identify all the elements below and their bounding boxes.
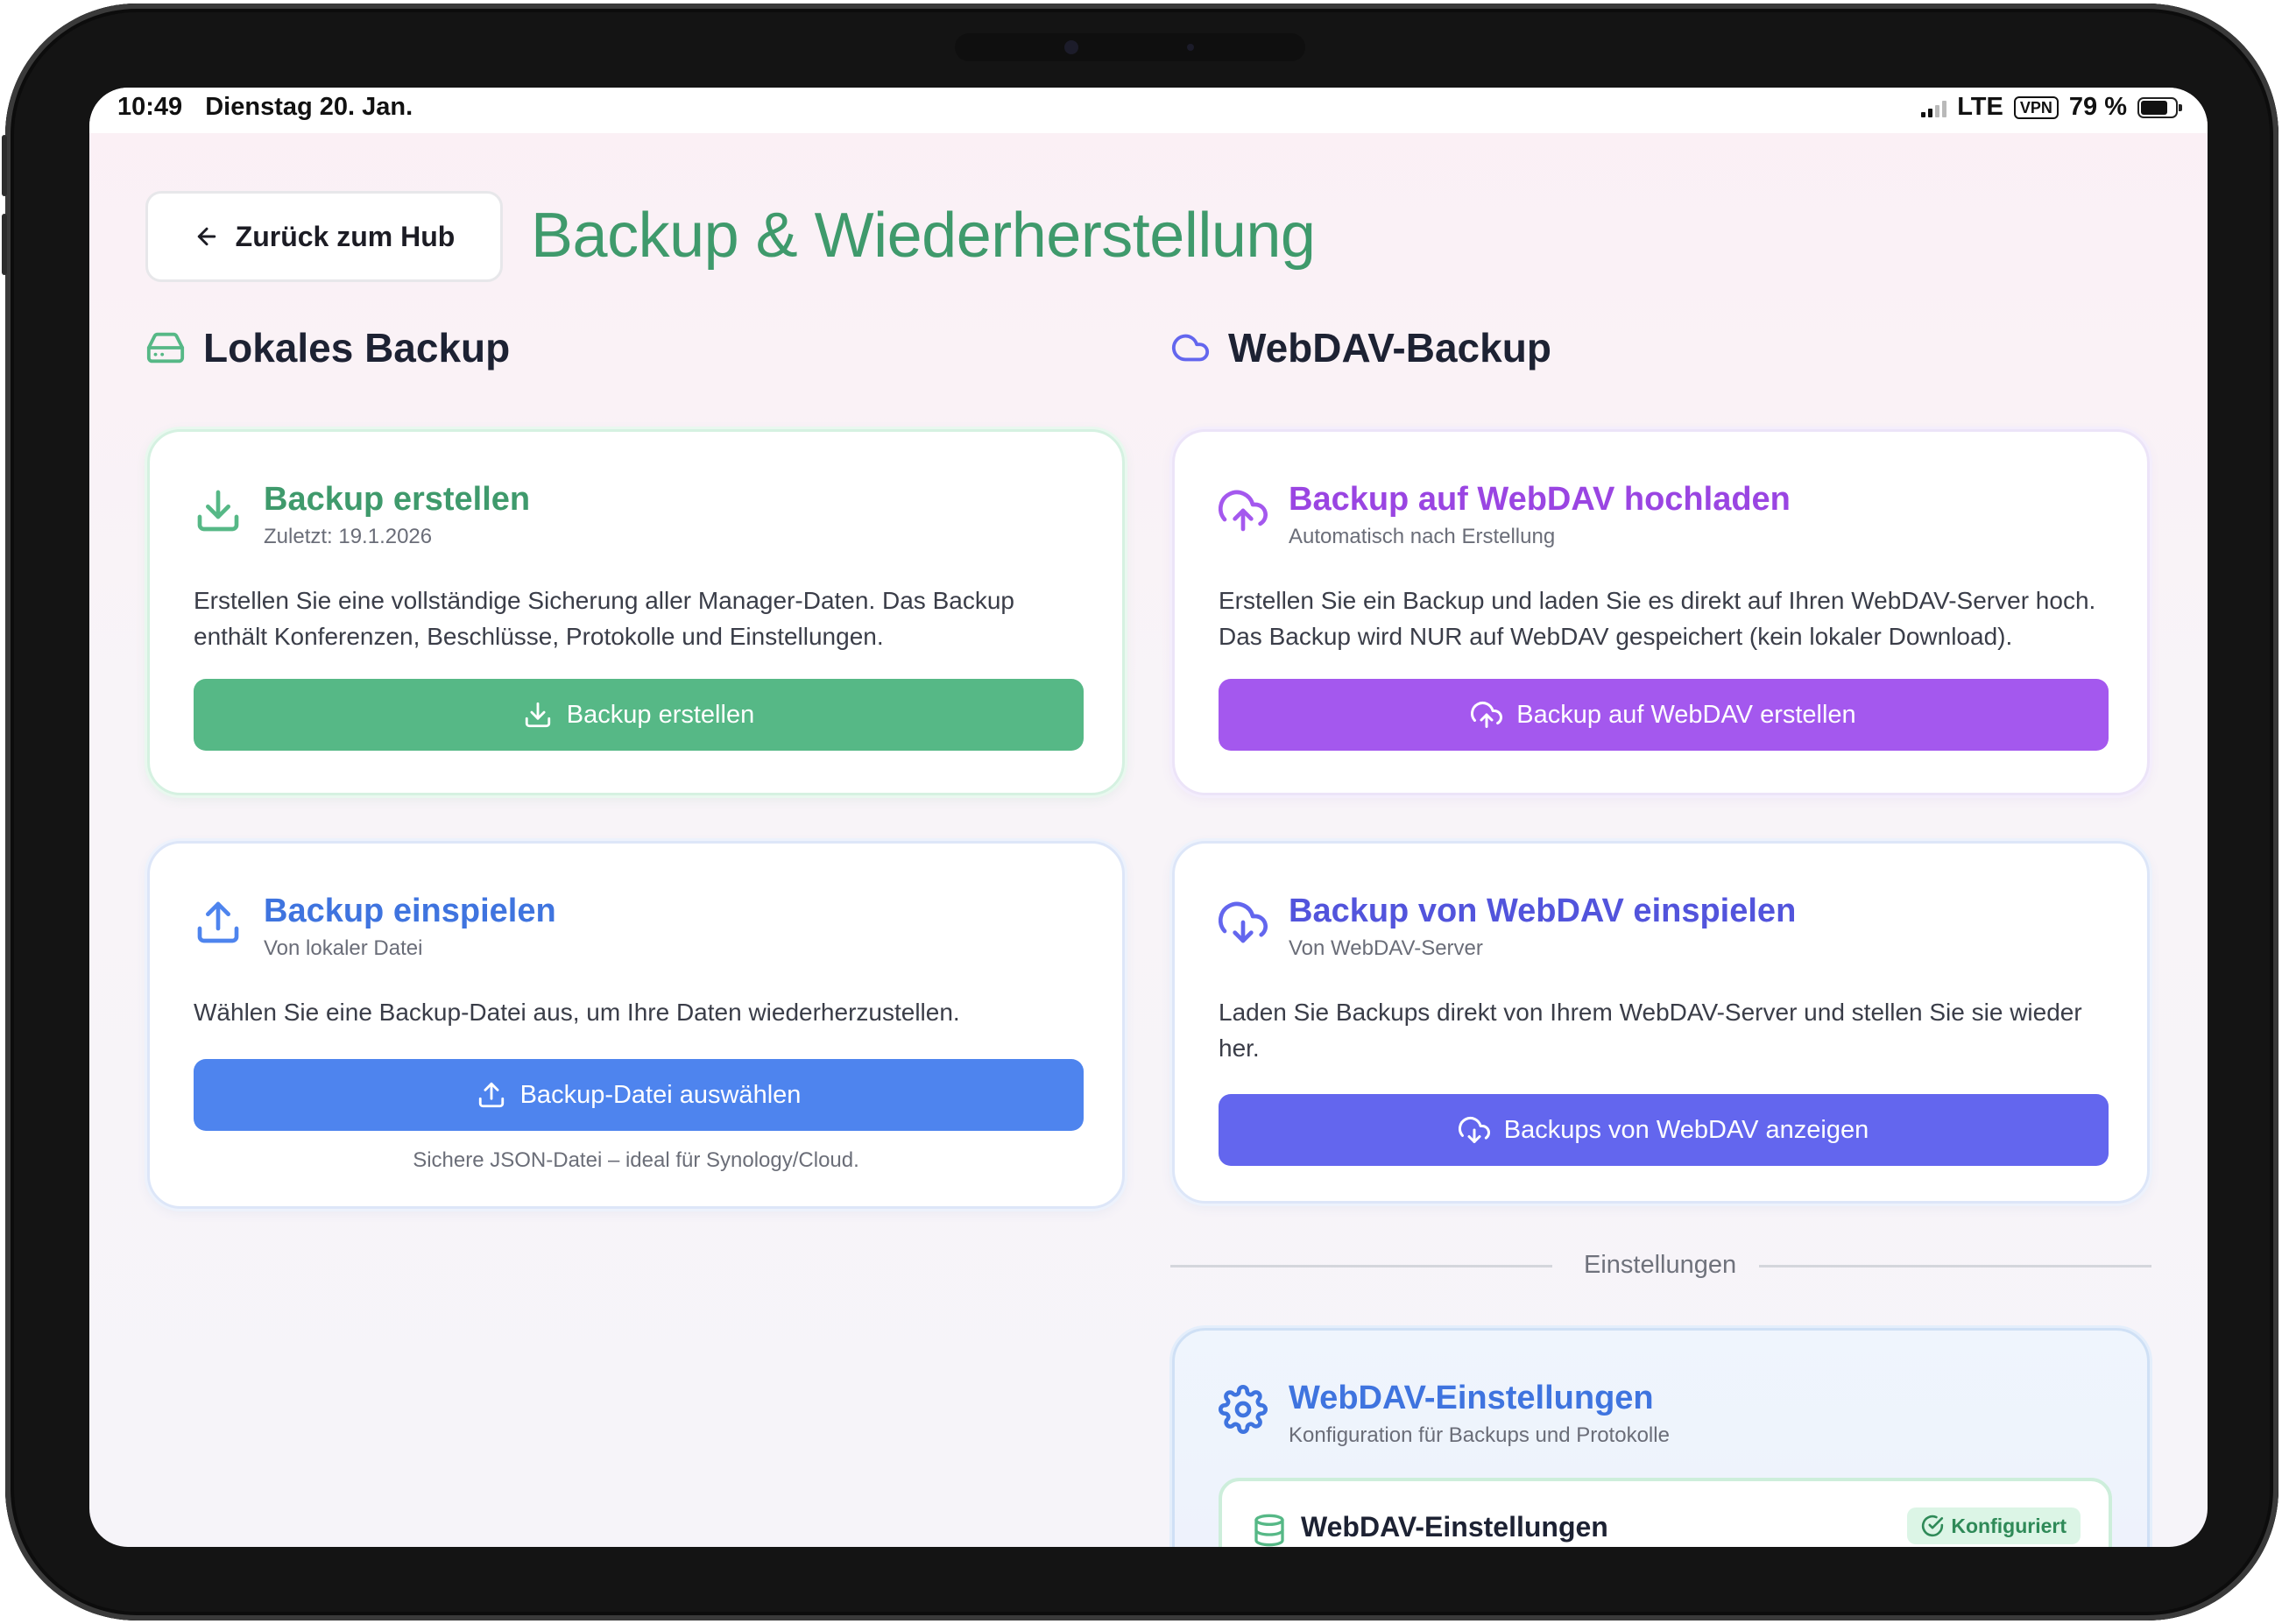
local-backup-heading-label: Lokales Backup [203,325,511,371]
back-to-hub-button[interactable]: Zurück zum Hub [145,191,503,282]
database-icon [1254,1514,1284,1547]
cloud-download-icon [1458,1116,1490,1143]
hardware-button [2,214,7,275]
hardware-button [2,135,7,196]
card-description: Erstellen Sie eine vollständige Sicherun… [194,587,1014,650]
card-subtitle: Zuletzt: 19.1.2026 [264,525,433,548]
badge-label: Konfiguriert [1951,1514,2067,1537]
page-title: Backup & Wiederherstellung [531,201,1316,271]
configured-badge: Konfiguriert [1907,1507,2081,1544]
screen: 10:49 Dienstag 20. Jan. LTE VPN 79 % Zur… [89,88,2208,1547]
camera-bar [955,33,1305,61]
create-backup-card: Backup erstellen Zuletzt: 19.1.2026 Erst… [147,429,1125,795]
sensor-dot [1187,44,1194,51]
card-description: Laden Sie Backups direkt von Ihrem WebDA… [1219,999,2082,1062]
webdav-restore-card: Backup von WebDAV einspielen Von WebDAV-… [1172,841,2150,1204]
divider-line-left [1170,1265,1552,1267]
local-backup-heading: Lokales Backup [145,324,510,371]
gear-icon[interactable] [1219,1385,1268,1434]
card-title: Backup von WebDAV einspielen [1289,893,1797,929]
show-webdav-backups-button[interactable]: Backups von WebDAV anzeigen [1219,1094,2109,1166]
restore-backup-card: Backup einspielen Von lokaler Datei Wähl… [147,841,1125,1209]
check-circle-icon [1922,1515,1944,1537]
download-icon [197,490,239,532]
divider-line-right [1759,1265,2151,1267]
camera-lens [1064,40,1078,54]
cloud-upload-icon [1471,702,1503,728]
arrow-left-icon [197,227,215,246]
cloud-upload-icon [1219,490,1268,532]
create-backup-button[interactable]: Backup erstellen [194,679,1084,751]
choose-backup-file-button[interactable]: Backup-Datei auswählen [194,1059,1084,1131]
status-time: 10:49 [117,93,183,121]
webdav-config-panel[interactable]: WebDAV-Einstellungen Konfiguriert [1219,1478,2112,1547]
card-subtitle: Von lokaler Datei [264,936,423,960]
card-subtitle: Von WebDAV-Server [1289,936,1483,960]
battery-percent: 79 % [2068,93,2127,121]
button-label: Backup erstellen [566,700,755,729]
cloud-download-icon [1219,901,1268,943]
create-webdav-backup-button[interactable]: Backup auf WebDAV erstellen [1219,679,2109,751]
card-description: Wählen Sie eine Backup-Datei aus, um Ihr… [194,999,960,1026]
card-title: Backup auf WebDAV hochladen [1289,481,1791,518]
file-format-note: Sichere JSON-Datei – ideal für Synology/… [413,1148,859,1172]
button-label: Backups von WebDAV anzeigen [1503,1115,1869,1144]
hard-drive-icon [146,332,185,364]
status-date: Dienstag 20. Jan. [205,93,413,121]
status-bar: 10:49 Dienstag 20. Jan. LTE VPN 79 % [89,88,2208,133]
settings-divider-label: Einstellungen [1584,1251,1737,1279]
signal-icon [1921,98,1947,117]
back-button-label: Zurück zum Hub [235,220,456,252]
vpn-badge: VPN [2013,95,2059,119]
card-description: Erstellen Sie ein Backup und laden Sie e… [1219,587,2096,650]
tablet-frame: 10:49 Dienstag 20. Jan. LTE VPN 79 % Zur… [2,4,2278,1620]
upload-icon [197,901,239,943]
upload-icon [478,1082,504,1108]
button-label: Backup-Datei auswählen [519,1080,802,1109]
webdav-backup-heading: WebDAV-Backup [1170,324,1551,371]
config-panel-title: WebDAV-Einstellungen [1301,1511,1608,1543]
download-icon [525,702,550,728]
webdav-upload-card: Backup auf WebDAV hochladen Automatisch … [1172,429,2150,795]
cloud-icon [1171,334,1210,362]
button-label: Backup auf WebDAV erstellen [1516,700,1856,729]
card-title: WebDAV-Einstellungen [1289,1380,1654,1416]
card-subtitle: Automatisch nach Erstellung [1289,525,1556,548]
network-label: LTE [1957,93,2003,121]
webdav-settings-card: WebDAV-Einstellungen Konfiguration für B… [1172,1328,2150,1547]
card-title: Backup erstellen [264,481,531,518]
webdav-backup-heading-label: WebDAV-Backup [1228,325,1551,371]
card-subtitle: Konfiguration für Backups und Protokolle [1289,1423,1670,1447]
card-title: Backup einspielen [264,893,556,929]
battery-icon [2137,96,2182,118]
